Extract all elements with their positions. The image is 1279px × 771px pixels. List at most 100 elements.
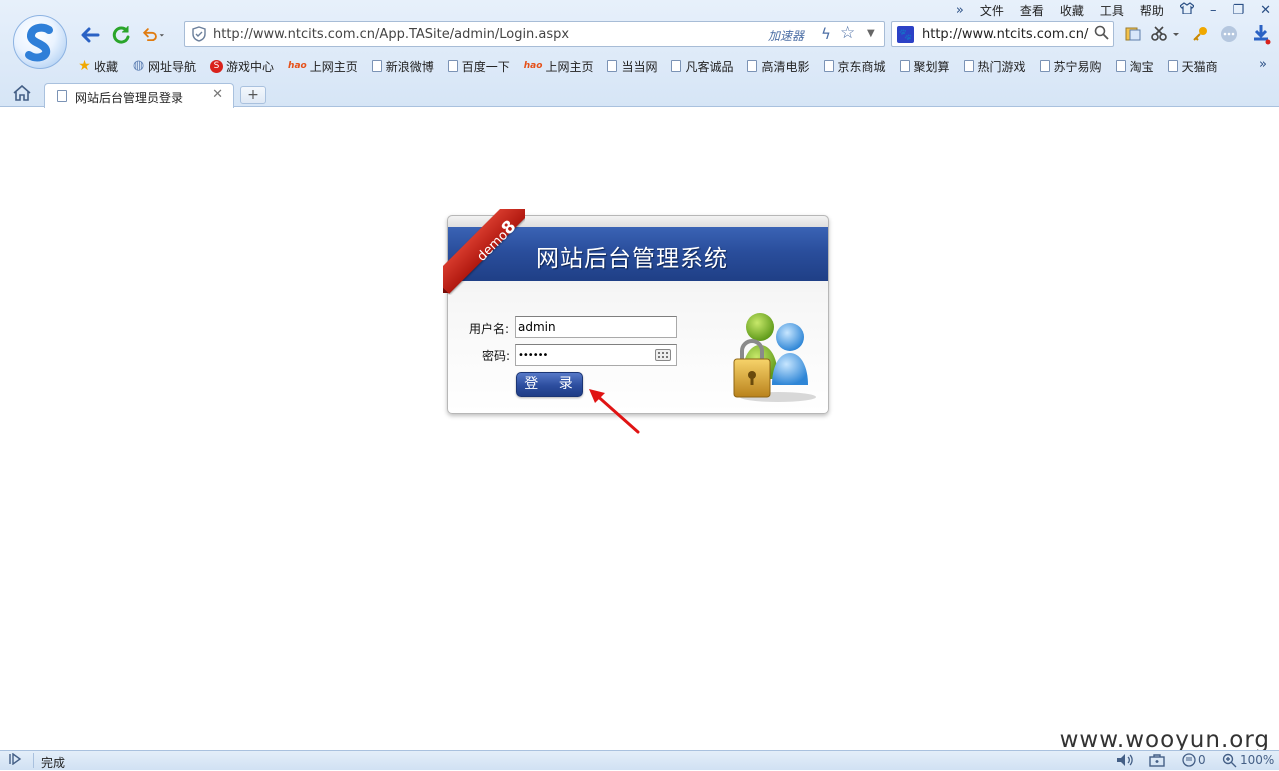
ie-mode-icon[interactable] xyxy=(1182,753,1196,770)
bookmark-label: 当当网 xyxy=(621,59,658,74)
search-box[interactable]: 🐾 xyxy=(891,21,1114,47)
menu-view[interactable]: 查看 xyxy=(1020,2,1044,19)
bookmark-tmall[interactable]: 天猫商 xyxy=(1167,58,1218,75)
url-input[interactable] xyxy=(213,25,773,43)
accelerator-link[interactable]: 加速器 xyxy=(768,27,804,44)
download-icon[interactable] xyxy=(1251,24,1271,45)
sogou-logo-icon xyxy=(25,23,53,62)
tab-active[interactable]: 网站后台管理员登录 ✕ xyxy=(44,83,234,108)
page-icon xyxy=(371,60,382,72)
keyboard-icon[interactable] xyxy=(655,349,671,361)
password-input[interactable] xyxy=(518,347,648,363)
bookmark-nav[interactable]: ◍ 网址导航 xyxy=(132,58,196,75)
globe-icon: ◍ xyxy=(132,58,145,73)
status-text: 完成 xyxy=(41,756,66,770)
page-icon xyxy=(671,60,682,72)
status-bar: 完成 0 100% xyxy=(0,750,1279,770)
bookmarks-bar: ★ 收藏 ◍ 网址导航 S 游戏中心 hao 上网主页 新浪微博 百度一下 hao 上网主… xyxy=(78,57,1232,75)
screenshot-scissors-icon[interactable] xyxy=(1150,24,1180,44)
minimize-button[interactable]: – xyxy=(1210,3,1217,18)
page-icon xyxy=(823,60,834,72)
bookmark-label: 网址导航 xyxy=(148,59,197,74)
system-title: 网站后台管理系统 xyxy=(536,246,728,272)
bookmark-label: 高清电影 xyxy=(761,59,810,74)
sidebar-toggle-icon[interactable] xyxy=(1123,24,1143,44)
menu-file[interactable]: 文件 xyxy=(980,2,1004,19)
bookmark-label: 上网主页 xyxy=(309,59,358,74)
close-tab-icon[interactable]: ✕ xyxy=(212,87,223,102)
restore-button[interactable]: ❐ xyxy=(1232,3,1244,18)
url-dropdown-icon[interactable]: ▼ xyxy=(867,28,875,39)
bookmark-label: 游戏中心 xyxy=(226,59,275,74)
menu-more-icon[interactable]: » xyxy=(956,3,964,18)
bookmark-label: 聚划算 xyxy=(913,59,950,74)
page-icon xyxy=(747,60,758,72)
close-window-button[interactable]: ✕ xyxy=(1260,3,1271,18)
username-input[interactable] xyxy=(518,319,668,335)
menu-tools[interactable]: 工具 xyxy=(1100,2,1124,19)
sidebar-expand-icon[interactable] xyxy=(9,752,23,768)
bookmark-baidu[interactable]: 百度一下 xyxy=(447,58,510,75)
star-icon: ★ xyxy=(78,58,91,74)
bookmark-label: 苏宁易购 xyxy=(1053,59,1102,74)
bookmark-juhuasuan[interactable]: 聚划算 xyxy=(899,58,950,75)
hao-icon: hao xyxy=(288,61,307,71)
menu-help[interactable]: 帮助 xyxy=(1140,2,1164,19)
username-field[interactable] xyxy=(515,316,677,338)
bookmark-weibo[interactable]: 新浪微博 xyxy=(371,58,434,75)
back-arrow-icon[interactable] xyxy=(79,24,101,46)
status-separator xyxy=(33,753,34,768)
page-icon xyxy=(1039,60,1050,72)
bookmark-hao-home[interactable]: hao 上网主页 xyxy=(288,58,358,75)
password-label: 密码: xyxy=(482,349,511,363)
bookmarks-more-icon[interactable]: » xyxy=(1259,57,1267,72)
lightning-icon[interactable]: ϟ xyxy=(821,25,831,43)
search-icon[interactable] xyxy=(1094,25,1109,44)
bookmark-taobao[interactable]: 淘宝 xyxy=(1115,58,1154,75)
demo-ribbon: demo8 xyxy=(443,209,525,295)
baidu-paw-icon[interactable]: 🐾 xyxy=(897,26,914,43)
key-icon[interactable] xyxy=(1190,24,1210,44)
toolbox-icon[interactable] xyxy=(1149,753,1165,770)
page-icon xyxy=(607,60,618,72)
home-icon[interactable] xyxy=(13,84,31,106)
star-outline-icon[interactable]: ☆ xyxy=(840,23,855,43)
browser-logo[interactable] xyxy=(13,15,67,69)
game-icon: S xyxy=(210,59,224,73)
menu-favorites[interactable]: 收藏 xyxy=(1060,2,1084,19)
bookmark-hot-games[interactable]: 热门游戏 xyxy=(963,58,1026,75)
bookmark-dangdang[interactable]: 当当网 xyxy=(607,58,657,75)
ie-count: 0 xyxy=(1198,753,1206,767)
username-label: 用户名: xyxy=(469,322,510,336)
more-options-icon[interactable] xyxy=(1219,24,1239,44)
password-field[interactable] xyxy=(515,344,677,366)
bookmark-favorites[interactable]: ★ 收藏 xyxy=(78,58,118,75)
tab-title: 网站后台管理员登录 xyxy=(75,91,184,105)
zoom-level[interactable]: 100% xyxy=(1240,753,1274,767)
bookmark-label: 上网主页 xyxy=(545,59,594,74)
new-tab-button[interactable]: + xyxy=(240,86,266,104)
undo-close-tab-icon[interactable] xyxy=(142,24,164,46)
address-bar[interactable]: 加速器 ϟ ☆ ▼ xyxy=(184,21,885,47)
browser-chrome: » 文件 查看 收藏 工具 帮助 – ❐ ✕ 加速器 ϟ ☆ ▼ 🐾 xyxy=(0,0,1279,108)
login-button[interactable]: 登 录 xyxy=(516,372,583,397)
bookmark-label: 凡客诚品 xyxy=(685,59,734,74)
bookmark-jd[interactable]: 京东商城 xyxy=(823,58,886,75)
shirt-icon[interactable] xyxy=(1179,2,1195,18)
bookmark-label: 京东商城 xyxy=(837,59,886,74)
page-icon xyxy=(1115,60,1126,72)
search-input[interactable] xyxy=(922,25,1090,43)
refresh-icon[interactable] xyxy=(110,24,132,46)
volume-icon[interactable] xyxy=(1116,753,1134,770)
bookmark-label: 收藏 xyxy=(94,59,119,74)
bookmark-label: 百度一下 xyxy=(461,59,510,74)
bookmark-suning[interactable]: 苏宁易购 xyxy=(1039,58,1102,75)
bookmark-games[interactable]: S 游戏中心 xyxy=(210,58,274,75)
shield-icon xyxy=(191,26,207,42)
bookmark-hao-home-2[interactable]: hao 上网主页 xyxy=(524,58,594,75)
zoom-icon[interactable] xyxy=(1222,753,1237,771)
users-lock-icon xyxy=(730,309,820,404)
bookmark-vancl[interactable]: 凡客诚品 xyxy=(671,58,733,75)
bookmark-movies[interactable]: 高清电影 xyxy=(747,58,810,75)
menu-bar: » 文件 查看 收藏 工具 帮助 – ❐ ✕ xyxy=(948,2,1279,18)
